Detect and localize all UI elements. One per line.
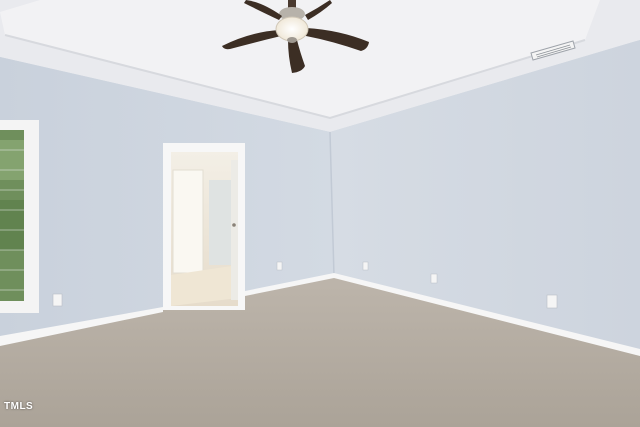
- hallway-door: [172, 169, 204, 274]
- open-door-edge: [231, 160, 238, 300]
- wall-outlet: [276, 261, 283, 271]
- wall-outlet: [362, 261, 369, 271]
- empty-bedroom-photo: TMLS: [0, 0, 640, 427]
- wall-outlet: [546, 294, 558, 309]
- hallway-mirror: [209, 180, 233, 265]
- wall-outlet: [430, 273, 438, 284]
- door-knob: [232, 223, 236, 227]
- room-illustration: [0, 0, 640, 427]
- watermark-text: TMLS: [4, 401, 34, 412]
- wall-outlet: [52, 293, 63, 307]
